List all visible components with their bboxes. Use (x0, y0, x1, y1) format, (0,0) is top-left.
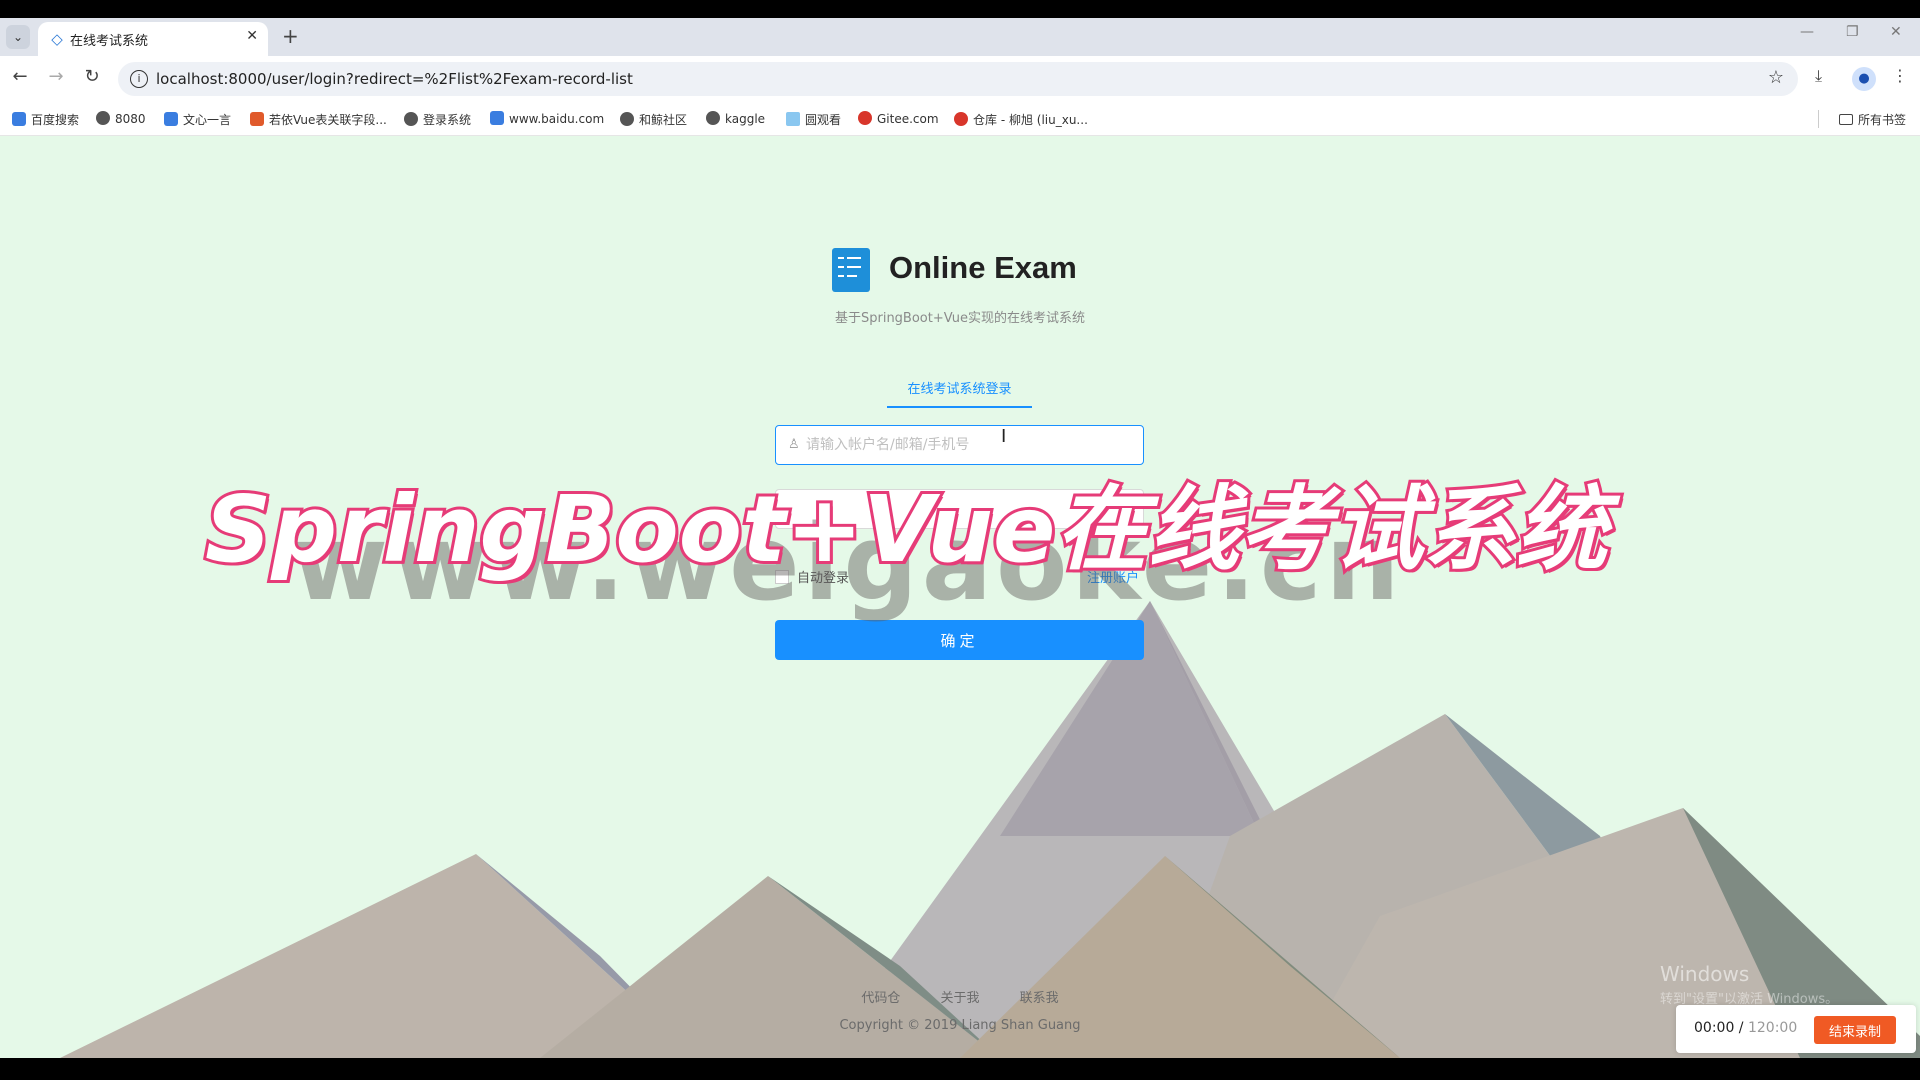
brand-title: Online Exam (889, 250, 1077, 285)
folder-icon (1838, 114, 1853, 125)
window-close-icon[interactable]: ✕ (1890, 24, 1902, 40)
reload-icon[interactable]: ↻ (80, 66, 104, 87)
download-icon[interactable]: ⤓ (1815, 66, 1822, 86)
globe-icon (706, 111, 720, 125)
text-cursor-icon: I (1001, 426, 1007, 447)
letterbox-top (0, 0, 1920, 18)
copyright-text: Copyright © 2019 Liang Shan Guang (839, 1018, 1081, 1033)
browser-tabstrip: ⌄ ◇ 在线考试系统 ✕ + — ❐ ✕ (0, 18, 1920, 56)
globe-icon (96, 111, 110, 125)
tab-close-icon[interactable]: ✕ (246, 28, 258, 44)
profile-avatar-icon[interactable]: ● (1852, 67, 1876, 91)
gitee-icon (858, 111, 872, 125)
screen-recorder-widget: 00:00 / 120:00 结束录制 (1676, 1005, 1916, 1053)
bookmarks-bar: 百度搜索 8080 文心一言 若依Vue表关联字段... 登录系统 www.ba… (0, 102, 1920, 136)
bookmark-wenxin[interactable]: 文心一言 (164, 111, 231, 128)
bookmark-star-icon[interactable]: ☆ (1768, 67, 1784, 88)
footer-links: 代码仓 关于我 联系我 (0, 987, 1920, 1006)
bookmark-login-system[interactable]: 登录系统 (404, 111, 471, 128)
paw-icon (490, 111, 504, 125)
globe-icon (620, 112, 634, 126)
bookmark-heywhale[interactable]: 和鲸社区 (620, 111, 687, 128)
forward-arrow-icon[interactable]: → (44, 66, 68, 87)
screen: ⌄ ◇ 在线考试系统 ✕ + — ❐ ✕ ← → ↻ i localhost:8… (0, 0, 1920, 1080)
footer-link-repo[interactable]: 代码仓 (861, 991, 900, 1006)
bookmark-yuanguankan[interactable]: 圆观看 (786, 111, 841, 128)
bookmark-repo[interactable]: 仓库 - 柳旭 (liu_xu... (954, 111, 1088, 128)
user-icon: ♙ (788, 437, 800, 452)
brand-subtitle: 基于SpringBoot+Vue实现的在线考试系统 (834, 311, 1085, 326)
window-restore-icon[interactable]: ❐ (1846, 24, 1859, 40)
window-minimize-icon[interactable]: — (1800, 24, 1814, 40)
bookmark-8080[interactable]: 8080 (96, 111, 146, 126)
browser-tab-active[interactable]: ◇ 在线考试系统 ✕ (38, 22, 268, 56)
tab-favicon-icon: ◇ (51, 30, 63, 48)
footer-link-about[interactable]: 关于我 (940, 991, 979, 1006)
tab-search-chevron-icon[interactable]: ⌄ (6, 25, 30, 49)
bookmark-baidu[interactable]: www.baidu.com (490, 111, 604, 126)
back-arrow-icon[interactable]: ← (8, 66, 32, 87)
menu-kebab-icon[interactable]: ⋮ (1892, 66, 1908, 85)
wenxin-icon (164, 112, 178, 126)
address-url: localhost:8000/user/login?redirect=%2Fli… (156, 70, 633, 88)
submit-button[interactable]: 确定 (775, 620, 1144, 660)
paw-icon (12, 112, 26, 126)
site-info-icon[interactable]: i (130, 70, 148, 88)
page-icon (786, 112, 800, 126)
exam-logo-icon (832, 248, 870, 292)
globe-icon (404, 112, 418, 126)
stop-recording-button[interactable]: 结束录制 (1814, 1016, 1896, 1044)
windows-activation-watermark: Windows (1660, 962, 1750, 986)
video-title-banner: SpringBoot+Vue在线考试系统 (202, 473, 1610, 586)
bookmark-gitee[interactable]: Gitee.com (858, 111, 939, 126)
tab-account-login[interactable]: 在线考试系统登录 (887, 378, 1032, 408)
bookmark-baidu-search[interactable]: 百度搜索 (12, 111, 79, 128)
tab-title: 在线考试系统 (70, 34, 149, 49)
address-bar[interactable]: i localhost:8000/user/login?redirect=%2F… (118, 62, 1798, 96)
bookmarks-separator (1818, 110, 1819, 128)
gitee-icon (954, 112, 968, 126)
new-tab-button[interactable]: + (282, 24, 299, 48)
recorder-timer: 00:00 / 120:00 (1694, 1020, 1798, 1036)
bookmark-kaggle[interactable]: kaggle (706, 111, 765, 126)
browser-toolbar: ← → ↻ i localhost:8000/user/login?redire… (0, 56, 1920, 102)
footer-link-contact[interactable]: 联系我 (1020, 991, 1059, 1006)
doc-icon (250, 112, 264, 126)
all-bookmarks[interactable]: 所有书签 (1838, 111, 1906, 128)
letterbox-bottom (0, 1058, 1920, 1080)
bookmark-ruoyi[interactable]: 若依Vue表关联字段... (250, 111, 387, 128)
